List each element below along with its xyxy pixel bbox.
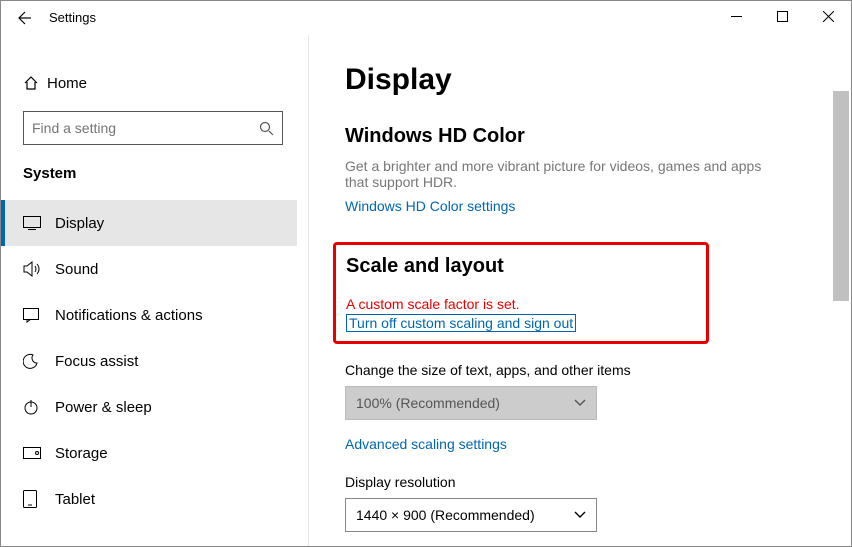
maximize-button[interactable] bbox=[759, 1, 805, 31]
nav-item-label: Tablet bbox=[55, 491, 95, 508]
nav-item-label: Power & sleep bbox=[55, 399, 152, 416]
display-icon bbox=[23, 216, 55, 230]
category-heading: System bbox=[1, 145, 297, 196]
nav-storage[interactable]: Storage bbox=[1, 430, 297, 476]
focus-assist-icon bbox=[23, 353, 55, 369]
nav-item-label: Sound bbox=[55, 261, 98, 278]
custom-scale-warning: A custom scale factor is set. bbox=[346, 296, 696, 312]
nav-sound[interactable]: Sound bbox=[1, 246, 297, 292]
tablet-icon bbox=[23, 490, 55, 508]
resolution-value: 1440 × 900 (Recommended) bbox=[356, 507, 535, 523]
back-button[interactable] bbox=[1, 1, 45, 35]
chevron-down-icon bbox=[574, 511, 586, 519]
nav-tablet[interactable]: Tablet bbox=[1, 476, 297, 522]
search-box[interactable] bbox=[23, 111, 283, 145]
nav-notifications[interactable]: Notifications & actions bbox=[1, 292, 297, 338]
nav-item-label: Focus assist bbox=[55, 353, 138, 370]
main-content: Display Windows HD Color Get a brighter … bbox=[309, 35, 851, 546]
text-size-label: Change the size of text, apps, and other… bbox=[345, 362, 811, 378]
text-size-value: 100% (Recommended) bbox=[356, 395, 500, 411]
sound-icon bbox=[23, 261, 55, 277]
sidebar: Home System Display Sound Notifications … bbox=[1, 35, 309, 546]
nav-home-label: Home bbox=[47, 75, 87, 92]
storage-icon bbox=[23, 447, 55, 459]
power-icon bbox=[23, 399, 55, 415]
chevron-down-icon bbox=[574, 399, 586, 407]
nav-home[interactable]: Home bbox=[1, 63, 297, 103]
page-title: Display bbox=[345, 63, 811, 97]
nav-display[interactable]: Display bbox=[1, 200, 297, 246]
hdcolor-heading: Windows HD Color bbox=[345, 125, 811, 148]
search-icon bbox=[259, 121, 274, 136]
minimize-button[interactable] bbox=[713, 1, 759, 31]
scale-layout-highlight: Scale and layout A custom scale factor i… bbox=[333, 242, 709, 344]
turn-off-scaling-link[interactable]: Turn off custom scaling and sign out bbox=[346, 314, 576, 332]
hdcolor-settings-link[interactable]: Windows HD Color settings bbox=[345, 198, 515, 214]
scale-heading: Scale and layout bbox=[346, 255, 696, 278]
search-input[interactable] bbox=[32, 120, 259, 136]
resolution-label: Display resolution bbox=[345, 474, 811, 490]
close-button[interactable] bbox=[805, 1, 851, 31]
nav-item-label: Display bbox=[55, 215, 104, 232]
notifications-icon bbox=[23, 307, 55, 323]
hdcolor-description: Get a brighter and more vibrant picture … bbox=[345, 158, 775, 190]
nav-item-label: Notifications & actions bbox=[55, 307, 203, 324]
nav-item-label: Storage bbox=[55, 445, 108, 462]
advanced-scaling-link[interactable]: Advanced scaling settings bbox=[345, 436, 507, 452]
nav-power-sleep[interactable]: Power & sleep bbox=[1, 384, 297, 430]
vertical-scrollbar[interactable] bbox=[833, 91, 849, 301]
home-icon bbox=[23, 75, 47, 91]
resolution-dropdown[interactable]: 1440 × 900 (Recommended) bbox=[345, 498, 597, 532]
text-size-dropdown: 100% (Recommended) bbox=[345, 386, 597, 420]
window-title: Settings bbox=[45, 1, 96, 35]
nav-focus-assist[interactable]: Focus assist bbox=[1, 338, 297, 384]
